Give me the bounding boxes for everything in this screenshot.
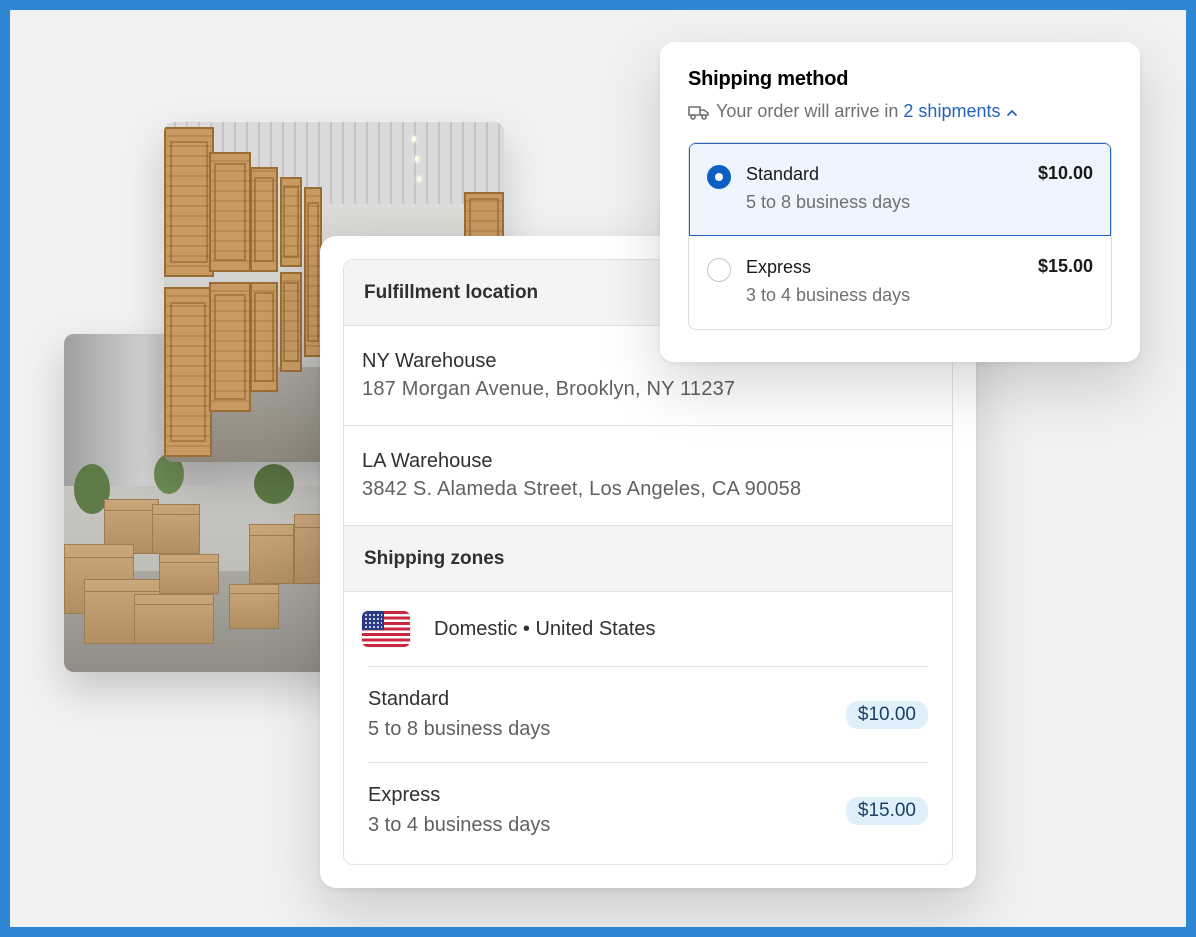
shipments-link[interactable]: 2 shipments [903, 101, 1000, 122]
shipment-summary-text: Your order will arrive in [716, 101, 899, 121]
us-flag-icon [362, 611, 410, 647]
location-address: 3842 S. Alameda Street, Los Angeles, CA … [362, 478, 802, 500]
shipping-method-title: Shipping method [688, 68, 849, 90]
zone-rate-express[interactable]: Express 3 to 4 business days $15.00 [368, 762, 928, 858]
rate-name: Standard [368, 687, 450, 710]
stage: Fulfillment location NY Warehouse 187 Mo… [10, 10, 1186, 927]
shipping-method-card: Shipping method Your order will arrive i… [660, 42, 1140, 362]
rate-price-badge: $10.00 [845, 700, 928, 729]
shipment-summary: Your order will arrive in 2 shipments [688, 101, 1112, 122]
zone-label: Domestic • United States [434, 617, 656, 640]
radio-selected[interactable] [707, 165, 731, 189]
rate-name: Express [368, 783, 441, 806]
chevron-up-icon[interactable] [1006, 104, 1018, 120]
zone-domestic[interactable]: Domestic • United States [344, 592, 952, 666]
zone-rate-standard[interactable]: Standard 5 to 8 business days $10.00 [368, 666, 928, 762]
shipping-option-express[interactable]: Express 3 to 4 business days $15.00 [689, 236, 1111, 329]
radio-unselected[interactable] [707, 258, 731, 282]
option-price: $10.00 [1037, 163, 1093, 183]
option-days: 5 to 8 business days [746, 192, 911, 212]
shipping-zones-header: Shipping zones [344, 526, 952, 592]
location-la[interactable]: LA Warehouse 3842 S. Alameda Street, Los… [344, 426, 952, 526]
shipping-options: Standard 5 to 8 business days $10.00 Exp… [688, 142, 1112, 330]
shipping-option-standard[interactable]: Standard 5 to 8 business days $10.00 [689, 143, 1111, 236]
option-price: $15.00 [1037, 256, 1093, 276]
rate-days: 5 to 8 business days [368, 717, 551, 740]
option-name: Express [746, 257, 812, 277]
location-name: LA Warehouse [362, 450, 493, 472]
rate-price-badge: $15.00 [845, 796, 928, 825]
option-name: Standard [746, 164, 820, 184]
truck-icon [688, 105, 709, 120]
location-address: 187 Morgan Avenue, Brooklyn, NY 11237 [362, 378, 736, 400]
option-days: 3 to 4 business days [746, 285, 911, 305]
rate-days: 3 to 4 business days [368, 813, 551, 836]
